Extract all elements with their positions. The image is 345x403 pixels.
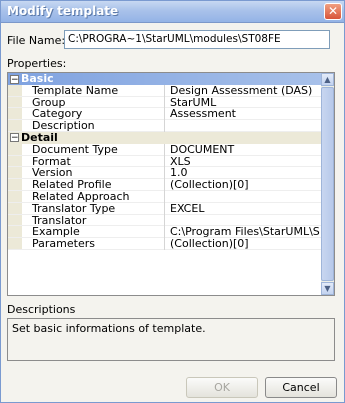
property-row[interactable]: Translator: [8, 214, 334, 227]
ok-button[interactable]: OK: [186, 377, 258, 398]
property-grid[interactable]: − Basic Template Name Design Assessment (DA…: [7, 72, 335, 296]
property-row[interactable]: Format XLS: [8, 155, 334, 168]
property-row[interactable]: Related Profile (Collection)[0]: [8, 179, 334, 191]
property-name: Template Name: [22, 84, 165, 97]
property-value[interactable]: C:\Program Files\StarUML\S: [166, 226, 326, 238]
property-value[interactable]: DOCUMENT: [166, 144, 326, 156]
close-icon: ✕: [327, 4, 339, 18]
collapse-icon[interactable]: −: [10, 74, 19, 84]
properties-label: Properties:: [7, 57, 67, 70]
close-button[interactable]: ✕: [324, 3, 342, 20]
row-gutter: [8, 190, 22, 202]
property-row[interactable]: Group StarUML: [8, 96, 334, 109]
property-value[interactable]: [166, 215, 326, 227]
description-box: Set basic informations of template.: [7, 318, 335, 361]
property-row[interactable]: Version 1.0: [8, 167, 334, 180]
property-name: Document Type: [22, 143, 165, 156]
scroll-up-icon[interactable]: ▲: [321, 73, 334, 86]
modify-template-dialog: Modify template ✕ File Name: C:\PROGRA~1…: [0, 0, 345, 403]
property-row[interactable]: Category Assessment: [8, 108, 334, 121]
row-gutter: [8, 226, 22, 238]
property-name: Translator Type: [22, 202, 165, 215]
property-value[interactable]: [166, 120, 326, 132]
row-gutter: [8, 108, 22, 120]
scroll-thumb[interactable]: [321, 87, 334, 281]
property-value[interactable]: [166, 191, 326, 203]
file-name-field[interactable]: C:\PROGRA~1\StarUML\modules\ST08FE: [64, 30, 330, 49]
scroll-down-icon[interactable]: ▼: [321, 282, 334, 295]
property-grid-rows: − Basic Template Name Design Assessment (DA…: [8, 73, 334, 250]
property-row[interactable]: Parameters (Collection)[0]: [8, 238, 334, 250]
row-gutter: [8, 202, 22, 214]
property-name: Related Profile: [22, 179, 165, 191]
window-title: Modify template: [7, 4, 119, 18]
property-row[interactable]: Translator Type EXCEL: [8, 202, 334, 215]
property-name: Group: [22, 96, 165, 109]
row-gutter: [8, 214, 22, 226]
property-value[interactable]: (Collection)[0]: [166, 238, 326, 250]
category-label: Basic: [21, 72, 54, 85]
row-gutter: [8, 143, 22, 155]
row-gutter: [8, 179, 22, 190]
row-gutter: [8, 155, 22, 167]
category-label: Detail: [21, 130, 58, 144]
property-name: Format: [22, 155, 165, 168]
property-name: Version: [22, 167, 165, 180]
property-name: Example: [22, 226, 165, 239]
property-name: Parameters: [22, 238, 165, 250]
property-name: Category: [22, 108, 165, 121]
vertical-scrollbar[interactable]: ▲ ▼: [321, 73, 334, 295]
property-row[interactable]: Document Type DOCUMENT: [8, 143, 334, 156]
collapse-icon[interactable]: −: [10, 133, 19, 143]
property-value[interactable]: (Collection)[0]: [166, 179, 326, 191]
property-value[interactable]: EXCEL: [166, 203, 326, 215]
property-name: Related Approach: [22, 190, 165, 203]
row-gutter: [8, 238, 22, 249]
descriptions-label: Descriptions: [7, 303, 76, 316]
row-gutter: [8, 167, 22, 179]
property-value[interactable]: XLS: [166, 156, 326, 168]
property-row[interactable]: Template Name Design Assessment (DAS): [8, 84, 334, 97]
property-value[interactable]: Design Assessment (DAS): [166, 85, 326, 97]
property-value[interactable]: 1.0: [166, 167, 326, 179]
file-name-label: File Name:: [7, 34, 66, 47]
cancel-button[interactable]: Cancel: [265, 377, 337, 398]
property-row[interactable]: Related Approach: [8, 190, 334, 203]
property-value[interactable]: StarUML: [166, 97, 326, 109]
row-gutter: [8, 96, 22, 108]
title-bar[interactable]: Modify template ✕: [1, 1, 344, 23]
property-row[interactable]: Example C:\Program Files\StarUML\S: [8, 226, 334, 239]
row-gutter: [8, 120, 22, 131]
category-detail[interactable]: − Detail: [8, 132, 334, 144]
row-gutter: [8, 84, 22, 96]
property-value[interactable]: Assessment: [166, 108, 326, 120]
description-text: Set basic informations of template.: [12, 322, 206, 335]
property-name: Translator: [22, 214, 165, 227]
category-basic[interactable]: − Basic: [8, 73, 334, 85]
